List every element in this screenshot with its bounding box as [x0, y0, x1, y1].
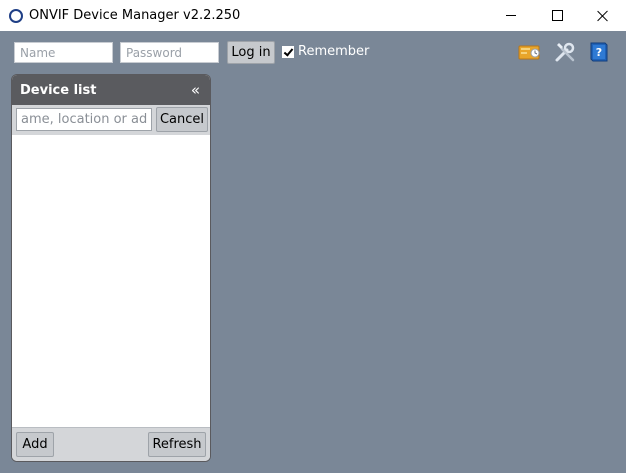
- add-device-button[interactable]: Add: [16, 432, 54, 457]
- device-list[interactable]: [12, 135, 210, 427]
- app-window: ONVIF Device Manager v2.2.250 Log in Rem…: [0, 0, 626, 473]
- cancel-search-button[interactable]: Cancel: [156, 107, 208, 132]
- settings-icon[interactable]: [553, 40, 577, 64]
- device-list-panel: Device list « Cancel Add Refresh: [11, 74, 211, 462]
- collapse-panel-icon[interactable]: «: [191, 81, 200, 99]
- help-icon[interactable]: ?: [587, 40, 611, 64]
- remember-label: Remember: [298, 44, 370, 59]
- close-icon: [597, 10, 609, 22]
- maximize-button[interactable]: [534, 0, 580, 31]
- minimize-button[interactable]: [488, 0, 534, 31]
- app-icon: [9, 8, 23, 23]
- name-input[interactable]: [14, 42, 113, 63]
- login-button[interactable]: Log in: [227, 41, 275, 64]
- minimize-icon: [506, 15, 516, 16]
- device-search-input[interactable]: [16, 108, 152, 131]
- refresh-button[interactable]: Refresh: [148, 432, 206, 457]
- svg-text:?: ?: [596, 46, 602, 59]
- remember-checkbox-row[interactable]: Remember: [282, 44, 369, 59]
- password-input[interactable]: [120, 42, 219, 63]
- about-icon[interactable]: [518, 40, 542, 64]
- device-list-title: Device list: [20, 82, 97, 98]
- remember-checkbox[interactable]: [282, 45, 294, 58]
- maximize-icon: [551, 10, 563, 21]
- device-list-header: Device list «: [12, 75, 210, 105]
- device-search-row: Cancel: [12, 105, 210, 135]
- title-bar: ONVIF Device Manager v2.2.250: [0, 0, 626, 31]
- window-title: ONVIF Device Manager v2.2.250: [29, 8, 241, 23]
- close-button[interactable]: [580, 0, 626, 31]
- device-list-footer: Add Refresh: [12, 427, 210, 461]
